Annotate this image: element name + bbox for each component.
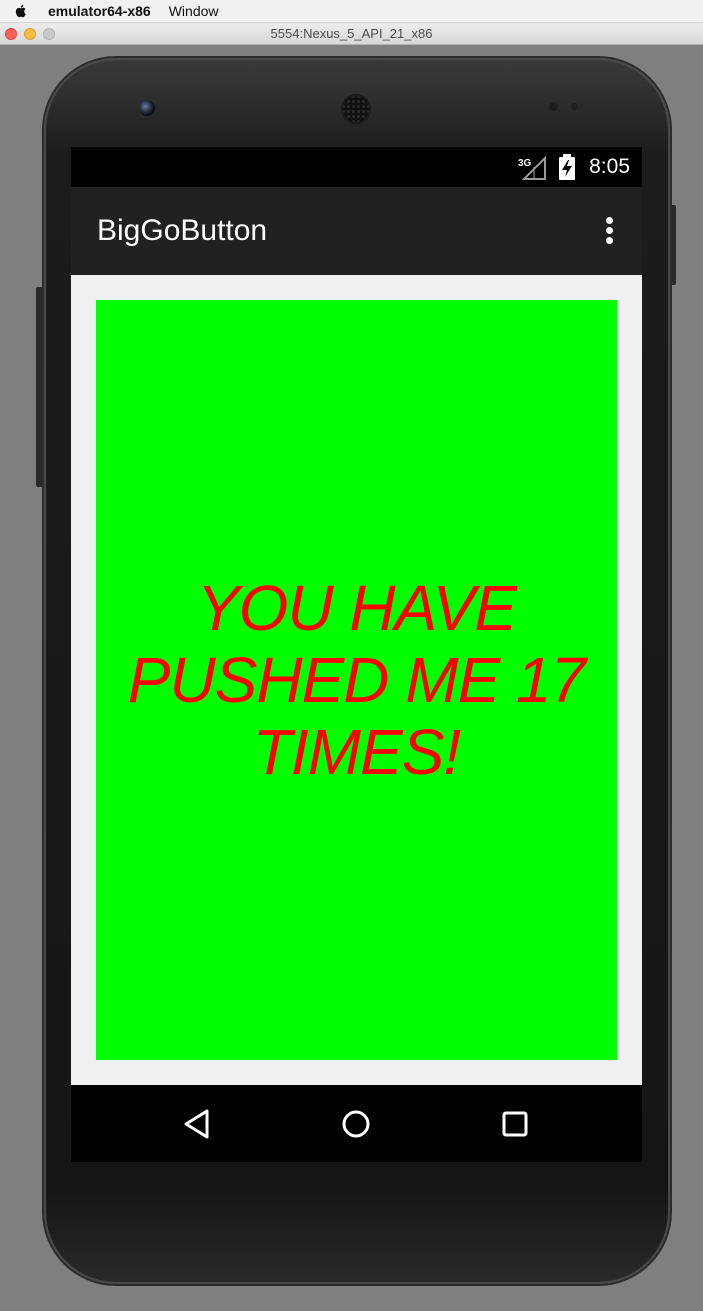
- back-icon: [184, 1109, 209, 1138]
- back-button[interactable]: [157, 1085, 237, 1162]
- window-title: 5554:Nexus_5_API_21_x86: [270, 26, 433, 41]
- more-vert-icon[interactable]: [606, 217, 614, 245]
- front-camera-icon: [139, 100, 155, 116]
- big-go-button[interactable]: YOU HAVE PUSHED ME 17 TIMES!: [96, 300, 617, 1060]
- recents-icon: [502, 1111, 528, 1136]
- main-content: YOU HAVE PUSHED ME 17 TIMES!: [71, 275, 642, 1085]
- signal-3g-icon: 3G: [518, 155, 546, 180]
- battery-charging-icon: [559, 154, 575, 180]
- status-bar: 3G 8:05: [71, 147, 642, 187]
- zoom-window-button[interactable]: [43, 28, 55, 40]
- menu-app-name[interactable]: emulator64-x86: [48, 3, 151, 19]
- push-count-label: YOU HAVE PUSHED ME 17 TIMES!: [127, 572, 586, 788]
- mac-menubar: emulator64-x86 Window: [0, 0, 703, 23]
- app-bar: BigGoButton: [71, 187, 642, 275]
- volume-button[interactable]: [669, 205, 676, 285]
- window-titlebar: 5554:Nexus_5_API_21_x86: [0, 23, 703, 45]
- speaker-grille-icon: [341, 94, 371, 124]
- app-title: BigGoButton: [97, 214, 268, 247]
- status-time: 8:05: [589, 155, 630, 178]
- sensor-icon: [549, 102, 558, 111]
- sensor-icon: [571, 103, 578, 110]
- device-screen: 3G 8:05 BigGoButton YOU HAVE PUSHED ME 1…: [71, 147, 642, 1162]
- home-button[interactable]: [316, 1085, 396, 1162]
- navigation-bar: [71, 1085, 642, 1162]
- network-type-label: 3G: [518, 158, 532, 169]
- close-window-button[interactable]: [5, 28, 17, 40]
- apple-icon[interactable]: [14, 4, 28, 18]
- recents-button[interactable]: [475, 1085, 555, 1162]
- power-button[interactable]: [36, 287, 44, 487]
- menu-window[interactable]: Window: [169, 3, 219, 19]
- minimize-window-button[interactable]: [24, 28, 36, 40]
- home-icon: [342, 1110, 370, 1137]
